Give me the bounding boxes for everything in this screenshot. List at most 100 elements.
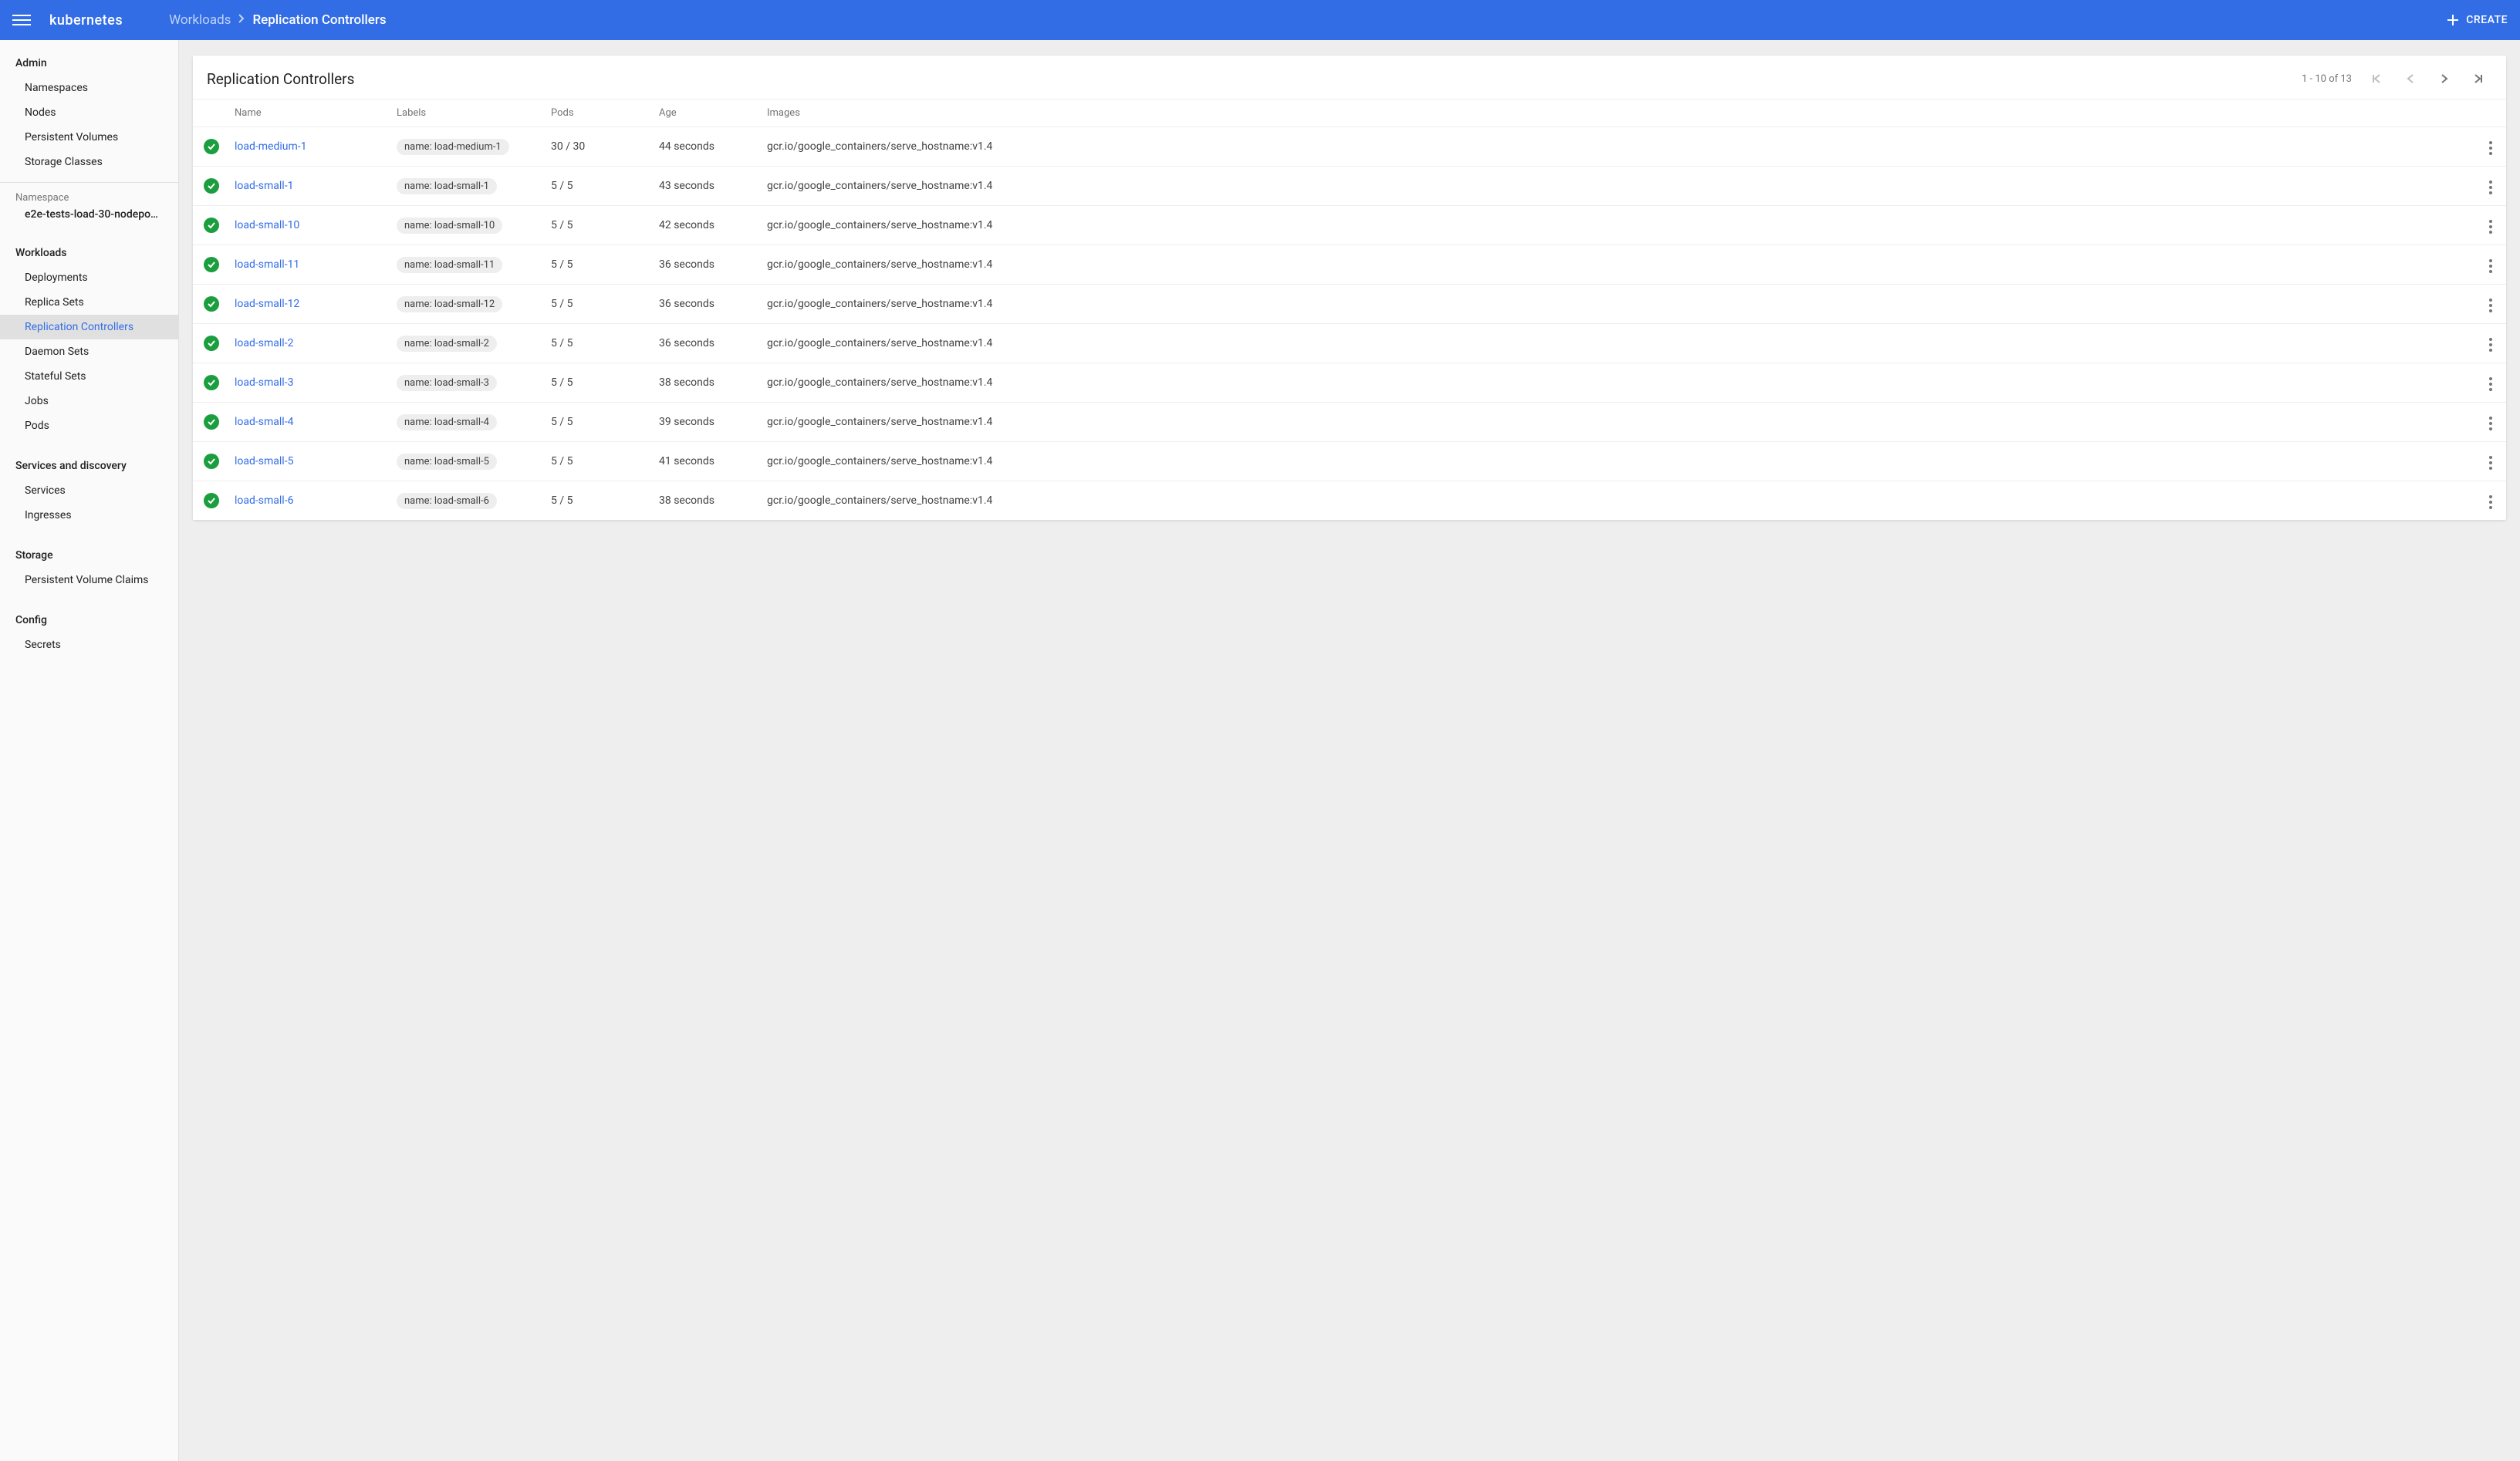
hamburger-menu-icon[interactable]: [12, 11, 31, 29]
rc-name-link[interactable]: load-medium-1: [235, 140, 307, 153]
prev-page-icon[interactable]: [2401, 69, 2420, 88]
age-value: 36 seconds: [653, 324, 761, 363]
sidebar-heading-admin[interactable]: Admin: [0, 48, 178, 76]
app-header: kubernetes Workloads Replication Control…: [0, 0, 2520, 40]
image-value: gcr.io/google_containers/serve_hostname:…: [761, 285, 2475, 324]
age-value: 38 seconds: [653, 363, 761, 403]
label-chip: name: load-small-1: [397, 178, 497, 194]
sidebar-item-pods[interactable]: Pods: [0, 413, 178, 438]
status-ok-icon: [204, 218, 219, 233]
row-menu-icon[interactable]: [2486, 217, 2495, 237]
next-page-icon[interactable]: [2435, 69, 2454, 88]
row-menu-icon[interactable]: [2486, 256, 2495, 276]
rc-card: Replication Controllers 1 - 10 of 13: [193, 56, 2506, 520]
col-images[interactable]: Images: [761, 100, 2475, 127]
rc-name-link[interactable]: load-small-5: [235, 455, 293, 467]
image-value: gcr.io/google_containers/serve_hostname:…: [761, 403, 2475, 442]
status-ok-icon: [204, 178, 219, 194]
age-value: 42 seconds: [653, 206, 761, 245]
age-value: 36 seconds: [653, 245, 761, 285]
breadcrumb-parent[interactable]: Workloads: [169, 12, 231, 28]
pods-value: 5 / 5: [545, 285, 653, 324]
pagination-range: 1 - 10 of 13: [2302, 73, 2352, 85]
plus-icon: [2446, 13, 2460, 27]
sidebar-item-replica-sets[interactable]: Replica Sets: [0, 290, 178, 315]
rc-name-link[interactable]: load-small-1: [235, 180, 293, 192]
sidebar-item-ingresses[interactable]: Ingresses: [0, 503, 178, 528]
image-value: gcr.io/google_containers/serve_hostname:…: [761, 481, 2475, 521]
row-menu-icon[interactable]: [2486, 374, 2495, 394]
sidebar-item-jobs[interactable]: Jobs: [0, 389, 178, 413]
chevron-right-icon: [238, 14, 245, 26]
row-menu-icon[interactable]: [2486, 335, 2495, 355]
sidebar-item-pvc[interactable]: Persistent Volume Claims: [0, 568, 178, 592]
image-value: gcr.io/google_containers/serve_hostname:…: [761, 245, 2475, 285]
rc-name-link[interactable]: load-small-4: [235, 416, 293, 428]
rc-name-link[interactable]: load-small-12: [235, 298, 299, 310]
image-value: gcr.io/google_containers/serve_hostname:…: [761, 206, 2475, 245]
age-value: 36 seconds: [653, 285, 761, 324]
image-value: gcr.io/google_containers/serve_hostname:…: [761, 324, 2475, 363]
namespace-selector[interactable]: e2e-tests-load-30-nodepods-1-: [0, 205, 178, 230]
label-chip: name: load-small-12: [397, 296, 502, 312]
sidebar-item-deployments[interactable]: Deployments: [0, 265, 178, 290]
rc-name-link[interactable]: load-small-2: [235, 337, 293, 349]
sidebar-item-stateful-sets[interactable]: Stateful Sets: [0, 364, 178, 389]
main-content: Replication Controllers 1 - 10 of 13: [179, 40, 2520, 1461]
sidebar-item-services[interactable]: Services: [0, 478, 178, 503]
first-page-icon[interactable]: [2367, 69, 2386, 88]
row-menu-icon[interactable]: [2486, 413, 2495, 434]
pods-value: 5 / 5: [545, 245, 653, 285]
pagination: 1 - 10 of 13: [2302, 69, 2488, 88]
age-value: 39 seconds: [653, 403, 761, 442]
age-value: 41 seconds: [653, 442, 761, 481]
status-ok-icon: [204, 414, 219, 430]
pods-value: 5 / 5: [545, 403, 653, 442]
sidebar-item-replication-controllers[interactable]: Replication Controllers: [0, 315, 178, 339]
sidebar-heading-services[interactable]: Services and discovery: [0, 450, 178, 478]
rc-name-link[interactable]: load-small-3: [235, 376, 293, 389]
sidebar-item-persistent-volumes[interactable]: Persistent Volumes: [0, 125, 178, 150]
age-value: 38 seconds: [653, 481, 761, 521]
row-menu-icon[interactable]: [2486, 177, 2495, 197]
pods-value: 5 / 5: [545, 442, 653, 481]
card-title: Replication Controllers: [207, 70, 354, 88]
rc-name-link[interactable]: load-small-6: [235, 494, 293, 507]
sidebar-item-secrets[interactable]: Secrets: [0, 633, 178, 657]
pods-value: 5 / 5: [545, 481, 653, 521]
col-age[interactable]: Age: [653, 100, 761, 127]
label-chip: name: load-small-5: [397, 454, 497, 470]
rc-table: Name Labels Pods Age Images load-medium-…: [193, 100, 2506, 520]
age-value: 43 seconds: [653, 167, 761, 206]
sidebar-divider: [0, 182, 178, 183]
sidebar-item-nodes[interactable]: Nodes: [0, 100, 178, 125]
row-menu-icon[interactable]: [2486, 295, 2495, 315]
sidebar-item-namespaces[interactable]: Namespaces: [0, 76, 178, 100]
pods-value: 5 / 5: [545, 324, 653, 363]
col-name[interactable]: Name: [228, 100, 390, 127]
row-menu-icon[interactable]: [2486, 492, 2495, 512]
sidebar-heading-workloads[interactable]: Workloads: [0, 238, 178, 265]
pods-value: 5 / 5: [545, 363, 653, 403]
row-menu-icon[interactable]: [2486, 453, 2495, 473]
sidebar-heading-storage[interactable]: Storage: [0, 540, 178, 568]
col-pods[interactable]: Pods: [545, 100, 653, 127]
col-labels[interactable]: Labels: [390, 100, 545, 127]
sidebar-heading-config[interactable]: Config: [0, 605, 178, 633]
row-menu-icon[interactable]: [2486, 138, 2495, 158]
rc-name-link[interactable]: load-small-10: [235, 219, 299, 231]
sidebar-item-daemon-sets[interactable]: Daemon Sets: [0, 339, 178, 364]
age-value: 44 seconds: [653, 127, 761, 167]
rc-name-link[interactable]: load-small-11: [235, 258, 299, 271]
label-chip: name: load-small-10: [397, 218, 502, 234]
status-ok-icon: [204, 375, 219, 390]
sidebar-item-storage-classes[interactable]: Storage Classes: [0, 150, 178, 174]
image-value: gcr.io/google_containers/serve_hostname:…: [761, 442, 2475, 481]
table-row: load-small-11 name: load-small-11 5 / 5 …: [193, 245, 2506, 285]
label-chip: name: load-medium-1: [397, 139, 509, 155]
last-page-icon[interactable]: [2469, 69, 2488, 88]
table-row: load-small-12 name: load-small-12 5 / 5 …: [193, 285, 2506, 324]
create-button[interactable]: CREATE: [2446, 13, 2508, 27]
label-chip: name: load-small-4: [397, 414, 497, 430]
status-ok-icon: [204, 296, 219, 312]
